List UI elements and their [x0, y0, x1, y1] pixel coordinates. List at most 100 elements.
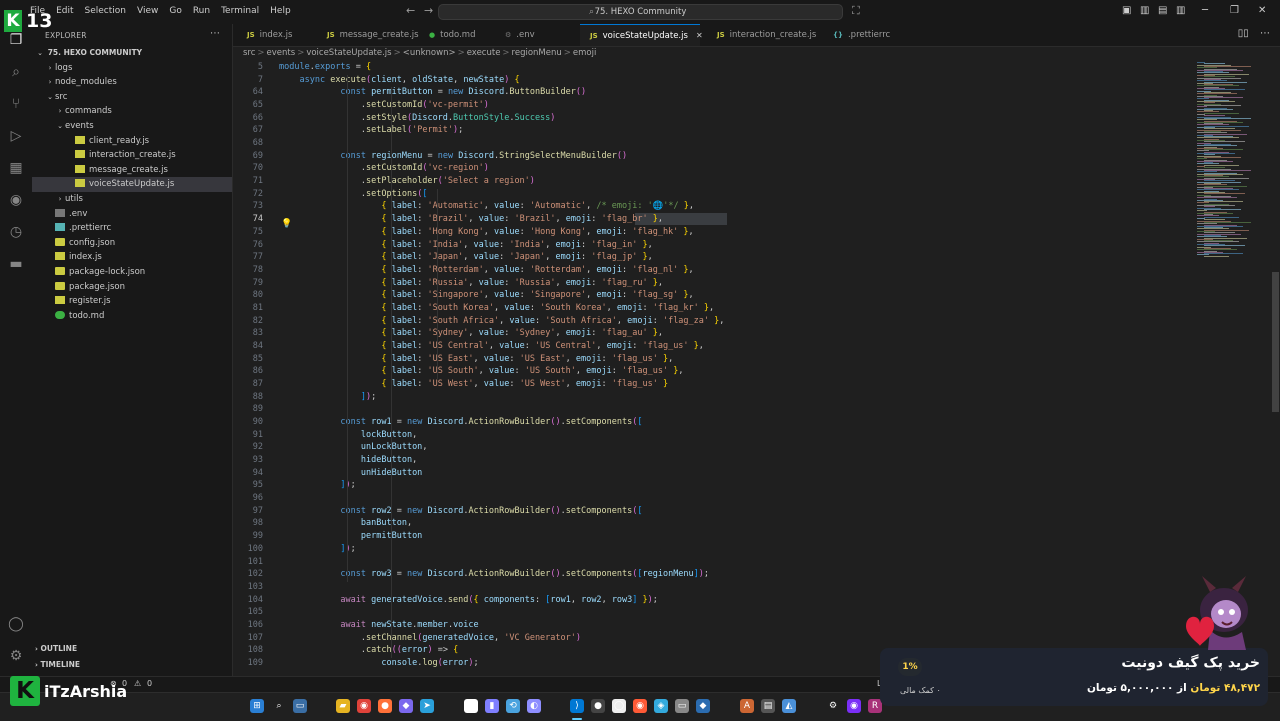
app-icon[interactable]: ◯ — [612, 699, 626, 713]
code-line[interactable]: ]); — [279, 392, 376, 402]
task-view-icon[interactable]: ▭ — [293, 699, 307, 713]
editor-tab[interactable]: JS message_create.js — [317, 24, 419, 46]
lightbulb-icon[interactable]: 💡 — [281, 219, 292, 229]
account-icon[interactable]: ◯ — [0, 616, 32, 632]
toggle-sidebar-icon[interactable]: ▥ — [1140, 5, 1149, 16]
code-line[interactable]: permitButton — [279, 531, 422, 541]
code-line[interactable]: unHideButton — [279, 468, 422, 478]
app-icon[interactable]: ◉ — [633, 699, 647, 713]
taskbar-search-icon[interactable]: ⌕ — [272, 699, 286, 713]
code-line[interactable]: .setPlaceholder('Select a region') — [279, 176, 535, 186]
more-actions-icon[interactable]: ⋯ — [210, 28, 220, 39]
run-debug-icon[interactable]: ▷ — [0, 128, 32, 144]
tree-file[interactable]: interaction_create.js — [32, 148, 232, 163]
code-line[interactable]: const row2 = new Discord.ActionRowBuilde… — [279, 506, 642, 516]
code-line[interactable]: ]); — [279, 544, 355, 554]
code-line[interactable]: const row3 = new Discord.ActionRowBuilde… — [279, 569, 709, 579]
menu-item-run[interactable]: Run — [193, 6, 210, 16]
split-editor-icon[interactable]: ▯▯ — [1238, 28, 1249, 39]
app-icon[interactable]: ⚙ — [826, 699, 840, 713]
menu-item-terminal[interactable]: Terminal — [221, 6, 259, 16]
settings-gear-icon[interactable]: ⚙ — [0, 648, 32, 664]
more-actions-icon[interactable]: ⋯ — [1260, 28, 1270, 39]
code-line[interactable]: { label: 'Sydney', value: 'Sydney', emoj… — [279, 328, 663, 338]
code-line[interactable]: const row1 = new Discord.ActionRowBuilde… — [279, 417, 642, 427]
code-line[interactable]: { label: 'Hong Kong', value: 'Hong Kong'… — [279, 227, 693, 237]
timeline-section[interactable]: › TIMELINE — [32, 660, 232, 669]
code-line[interactable]: const regionMenu = new Discord.StringSel… — [279, 151, 627, 161]
breadcrumb-item[interactable]: execute — [467, 48, 501, 58]
tree-file[interactable]: register.js — [32, 294, 232, 309]
app-icon[interactable]: A — [740, 699, 754, 713]
breadcrumb-item[interactable]: regionMenu — [512, 48, 562, 58]
close-tab-icon[interactable]: ✕ — [696, 31, 703, 40]
tree-folder[interactable]: › commands — [32, 104, 232, 119]
code-line[interactable]: const permitButton = new Discord.ButtonB… — [279, 87, 586, 97]
code-line[interactable]: { label: 'Japan', value: 'Japan', emoji:… — [279, 252, 652, 262]
code-line[interactable]: lockButton, — [279, 430, 417, 440]
workspace-root[interactable]: ⌄ 75. HEXO COMMUNITY — [32, 46, 232, 61]
tree-folder[interactable]: › logs — [32, 61, 232, 76]
code-line[interactable]: .setCustomId('vc-region') — [279, 163, 489, 173]
breadcrumb-item[interactable]: emoji — [573, 48, 596, 58]
code-line[interactable]: { label: 'US South', value: 'US South', … — [279, 366, 683, 376]
code-line[interactable]: { label: 'India', value: 'India', emoji:… — [279, 240, 652, 250]
vertical-scrollbar[interactable] — [1271, 60, 1280, 676]
menu-item-selection[interactable]: Selection — [85, 6, 126, 16]
code-line[interactable]: .setStyle(Discord.ButtonStyle.Success) — [279, 113, 556, 123]
code-editor[interactable]: 5 7 64 65 66 67 68 69 70 71 72 73 74 75 76 77 78 79 80 81 82… — [233, 60, 1193, 676]
timeline-view-icon[interactable]: ◷ — [0, 224, 32, 240]
copilot-icon[interactable]: ⛶ — [852, 4, 860, 18]
code-line[interactable]: .catch((error) => { — [279, 645, 458, 655]
outline-section[interactable]: › OUTLINE — [32, 644, 232, 653]
code-line[interactable]: console.log(error); — [279, 658, 478, 668]
breadcrumb-item[interactable]: events — [267, 48, 296, 58]
breadcrumb-item[interactable]: voiceStateUpdate.js — [306, 48, 391, 58]
code-line[interactable]: .setLabel('Permit'); — [279, 125, 463, 135]
code-line[interactable]: await newState.member.voice — [279, 620, 478, 630]
app-icon[interactable]: ◈ — [654, 699, 668, 713]
obs-icon[interactable]: ● — [591, 699, 605, 713]
chrome-icon[interactable]: ◉ — [357, 699, 371, 713]
code-line[interactable]: .setOptions([ — [279, 189, 428, 199]
tree-file[interactable]: .env — [32, 207, 232, 222]
code-line[interactable]: .setCustomId('vc-permit') — [279, 100, 489, 110]
menu-item-help[interactable]: Help — [270, 6, 291, 16]
steam-icon[interactable]: ◆ — [696, 699, 710, 713]
vscode-icon[interactable]: ⟩ — [570, 699, 584, 713]
source-control-icon[interactable]: ⑂ — [0, 96, 32, 112]
layout-icon[interactable]: ▣ — [1122, 5, 1131, 16]
app-icon[interactable]: ▤ — [761, 699, 775, 713]
code-line[interactable]: async execute(client, oldState, newState… — [279, 75, 519, 85]
explorer-icon[interactable]: ❐ — [0, 32, 32, 48]
tree-folder[interactable]: ⌄ src — [32, 90, 232, 105]
app-icon[interactable]: ◐ — [527, 699, 541, 713]
extensions-icon[interactable]: ▦ — [0, 160, 32, 176]
remote-icon[interactable]: ◉ — [0, 192, 32, 208]
editor-tab[interactable]: JS voiceStateUpdate.js ✕ — [580, 24, 703, 46]
back-arrow-icon[interactable]: ← — [406, 4, 415, 17]
app-icon[interactable]: ◉ — [847, 699, 861, 713]
code-line[interactable]: { label: 'Russia', value: 'Russia', emoj… — [279, 278, 663, 288]
code-line[interactable]: unLockButton, — [279, 442, 428, 452]
toggle-secondary-sidebar-icon[interactable]: ▥ — [1176, 5, 1185, 16]
tree-file[interactable]: package-lock.json — [32, 265, 232, 280]
app-icon[interactable]: ◭ — [782, 699, 796, 713]
code-line[interactable]: { label: 'Singapore', value: 'Singapore'… — [279, 290, 693, 300]
tree-folder[interactable]: › node_modules — [32, 75, 232, 90]
menu-item-go[interactable]: Go — [169, 6, 181, 16]
scrollbar-thumb[interactable] — [1272, 272, 1279, 412]
minimize-icon[interactable]: ─ — [1202, 5, 1208, 16]
breadcrumb-item[interactable]: src — [243, 48, 255, 58]
editor-tab[interactable]: JS interaction_create.js — [707, 24, 819, 46]
editor-tab[interactable]: JS index.js — [237, 24, 313, 46]
github-icon[interactable]: ◎ — [464, 699, 478, 713]
app-icon[interactable]: ▭ — [675, 699, 689, 713]
code-line[interactable]: hideButton, — [279, 455, 417, 465]
tree-file[interactable]: index.js — [32, 250, 232, 265]
code-line[interactable]: module.exports = { — [279, 62, 371, 72]
code-line[interactable]: { label: 'South Korea', value: 'South Ko… — [279, 303, 714, 313]
tree-file[interactable]: client_ready.js — [32, 134, 232, 149]
command-center-search[interactable]: ⌕ 75. HEXO Community — [438, 4, 843, 20]
app-icon[interactable]: ◆ — [399, 699, 413, 713]
